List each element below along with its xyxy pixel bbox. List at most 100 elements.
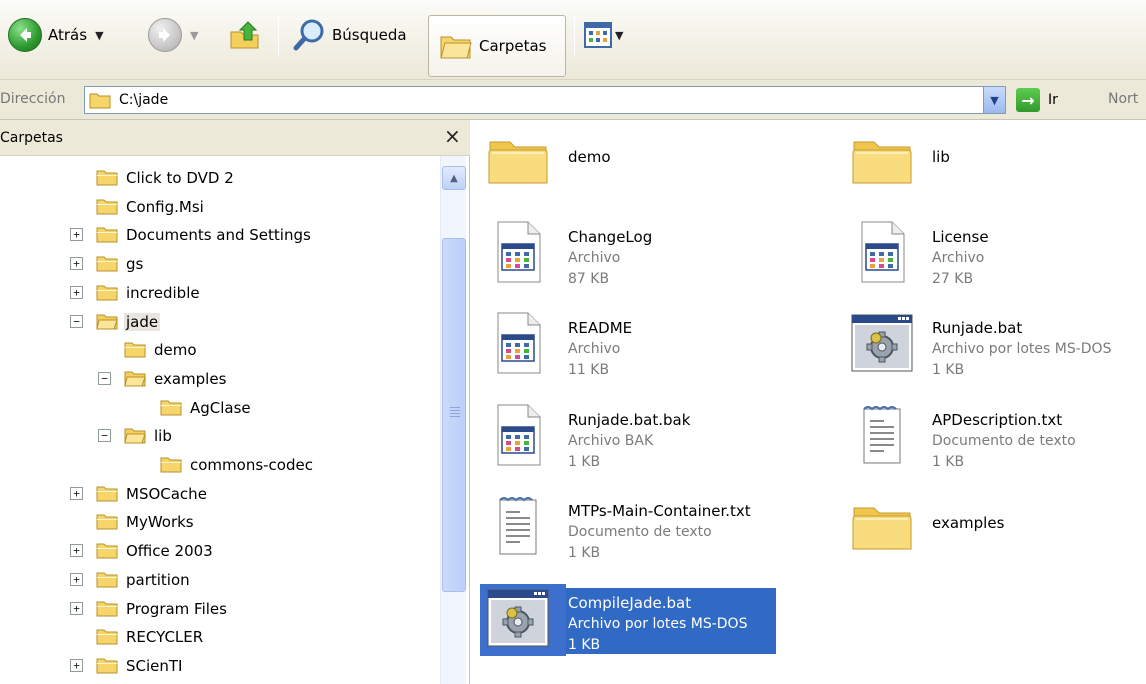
links-label[interactable]: Nort: [1108, 91, 1138, 107]
file-size: 1 KB: [568, 636, 601, 653]
file-tile[interactable]: MTPs-Main-Container.txt Documento de text…: [472, 494, 792, 586]
file-size: 11 KB: [568, 362, 610, 378]
scroll-up-icon[interactable]: ▲: [442, 166, 466, 190]
folder-icon: [96, 541, 118, 563]
expand-icon[interactable]: +: [70, 658, 83, 672]
address-value: C:\jade: [119, 92, 169, 108]
folder-icon: [96, 254, 118, 276]
tree-item[interactable]: + incredible: [0, 279, 440, 307]
scroll-thumb[interactable]: [442, 238, 466, 592]
folders-button[interactable]: Carpetas: [428, 15, 566, 77]
tree-item[interactable]: + gs: [0, 250, 440, 278]
tree-item-label: AgClase: [190, 398, 251, 417]
views-button[interactable]: ▼: [584, 22, 623, 48]
tree-item[interactable]: AgClase: [0, 394, 440, 422]
tree-item[interactable]: + partition: [0, 566, 440, 594]
file-tile[interactable]: README Archivo 11 KB: [472, 311, 792, 403]
toolbar-separator: [278, 16, 279, 56]
file-tile[interactable]: lib: [836, 128, 1146, 220]
file-type: Documento de texto: [568, 524, 712, 540]
search-button[interactable]: Búsqueda: [292, 18, 407, 52]
expand-icon[interactable]: +: [70, 228, 83, 242]
batch-file-icon: [850, 311, 914, 375]
address-input[interactable]: C:\jade ▼: [84, 86, 1006, 114]
folder-icon: [96, 627, 118, 649]
tree-item[interactable]: commons-codec: [0, 451, 440, 479]
file-name: README: [568, 319, 633, 337]
generic-file-icon: [486, 311, 550, 375]
file-name: demo: [568, 148, 611, 166]
close-icon[interactable]: ×: [444, 124, 461, 148]
file-tile[interactable]: APDescription.txt Documento de texto 1 KB: [836, 403, 1146, 495]
expand-icon[interactable]: +: [70, 544, 83, 558]
up-folder-button[interactable]: [228, 18, 262, 52]
generic-file-icon: [486, 220, 550, 284]
forward-button[interactable]: ▼: [148, 18, 198, 52]
file-tile[interactable]: Runjade.bat.bak Archivo BAK 1 KB: [472, 403, 792, 495]
file-name: lib: [932, 148, 950, 166]
address-dropdown-icon[interactable]: ▼: [983, 87, 1005, 113]
tree-item-label: incredible: [126, 283, 200, 302]
tree-item[interactable]: Click to DVD 2: [0, 164, 440, 192]
collapse-icon[interactable]: −: [70, 314, 83, 328]
tree-item[interactable]: + Program Files: [0, 595, 440, 623]
back-button[interactable]: Atrás ▼: [8, 18, 104, 52]
forward-dropdown-icon[interactable]: ▼: [190, 29, 198, 42]
tree-item[interactable]: − examples: [0, 365, 440, 393]
file-tile[interactable]: License Archivo 27 KB: [836, 220, 1146, 312]
tree-item[interactable]: Config.Msi: [0, 193, 440, 221]
expand-icon[interactable]: +: [70, 285, 83, 299]
file-tile[interactable]: examples: [836, 494, 1146, 586]
collapse-icon[interactable]: −: [98, 429, 111, 443]
text-file-icon: [486, 494, 550, 558]
tree-item[interactable]: + Office 2003: [0, 537, 440, 565]
tree-item[interactable]: + Documents and Settings: [0, 221, 440, 249]
expand-icon[interactable]: +: [70, 572, 83, 586]
tree-item[interactable]: + SCienTI: [0, 652, 440, 680]
file-tile[interactable]: Runjade.bat Archivo por lotes MS-DOS 1 KB: [836, 311, 1146, 403]
text-file-icon: [850, 403, 914, 467]
folder-icon: [96, 197, 118, 219]
tree-item-label: RECYCLER: [126, 628, 204, 647]
go-button[interactable]: → Ir: [1016, 88, 1058, 112]
tree-item[interactable]: + MSOCache: [0, 480, 440, 508]
folder-icon: [124, 426, 146, 448]
views-dropdown-icon[interactable]: ▼: [615, 29, 623, 42]
tree-item-label: Click to DVD 2: [126, 169, 234, 187]
folder-icon: [96, 570, 118, 592]
folder-pane: Carpetas × Click to DVD 2 Config.Msi + Docu…: [0, 120, 470, 684]
expand-icon[interactable]: +: [70, 601, 83, 615]
tree-item[interactable]: RECYCLER: [0, 623, 440, 651]
file-tile[interactable]: demo: [472, 128, 792, 220]
tree-item[interactable]: +SonySupport: [0, 681, 440, 684]
vertical-scrollbar[interactable]: ▲: [440, 156, 466, 684]
folder-icon: [96, 312, 118, 334]
folder-tree: Click to DVD 2 Config.Msi + Documents and S…: [0, 156, 440, 684]
folder-icon: [96, 283, 118, 305]
back-dropdown-icon[interactable]: ▼: [95, 29, 103, 42]
tree-item-label: gs: [126, 255, 144, 274]
folder-icon: [96, 225, 118, 247]
file-type: Archivo BAK: [568, 432, 654, 449]
file-name: Runjade.bat: [932, 319, 1023, 337]
folder-icon: [89, 93, 111, 109]
file-tile[interactable]: CompileJade.bat Archivo por lotes MS-DOS 1…: [472, 583, 792, 678]
file-name: Runjade.bat.bak: [568, 410, 691, 429]
tree-item[interactable]: demo: [0, 336, 440, 364]
folder-icon: [124, 340, 146, 362]
tree-item[interactable]: − lib: [0, 422, 440, 450]
file-tile[interactable]: ChangeLog Archivo 87 KB: [472, 220, 792, 312]
folder-pane-header: Carpetas ×: [0, 120, 470, 156]
file-size: 87 KB: [568, 270, 610, 287]
folder-icon: [96, 512, 118, 534]
tree-item[interactable]: MyWorks: [0, 508, 440, 536]
folder-icon: [96, 168, 118, 190]
batch-file-icon: [486, 586, 550, 650]
address-label: Dirección: [0, 91, 66, 107]
file-size: 1 KB: [932, 362, 965, 378]
file-size: 1 KB: [568, 545, 601, 561]
expand-icon[interactable]: +: [70, 257, 83, 271]
collapse-icon[interactable]: −: [98, 371, 111, 385]
tree-item[interactable]: − jade: [0, 308, 440, 336]
expand-icon[interactable]: +: [70, 486, 83, 500]
